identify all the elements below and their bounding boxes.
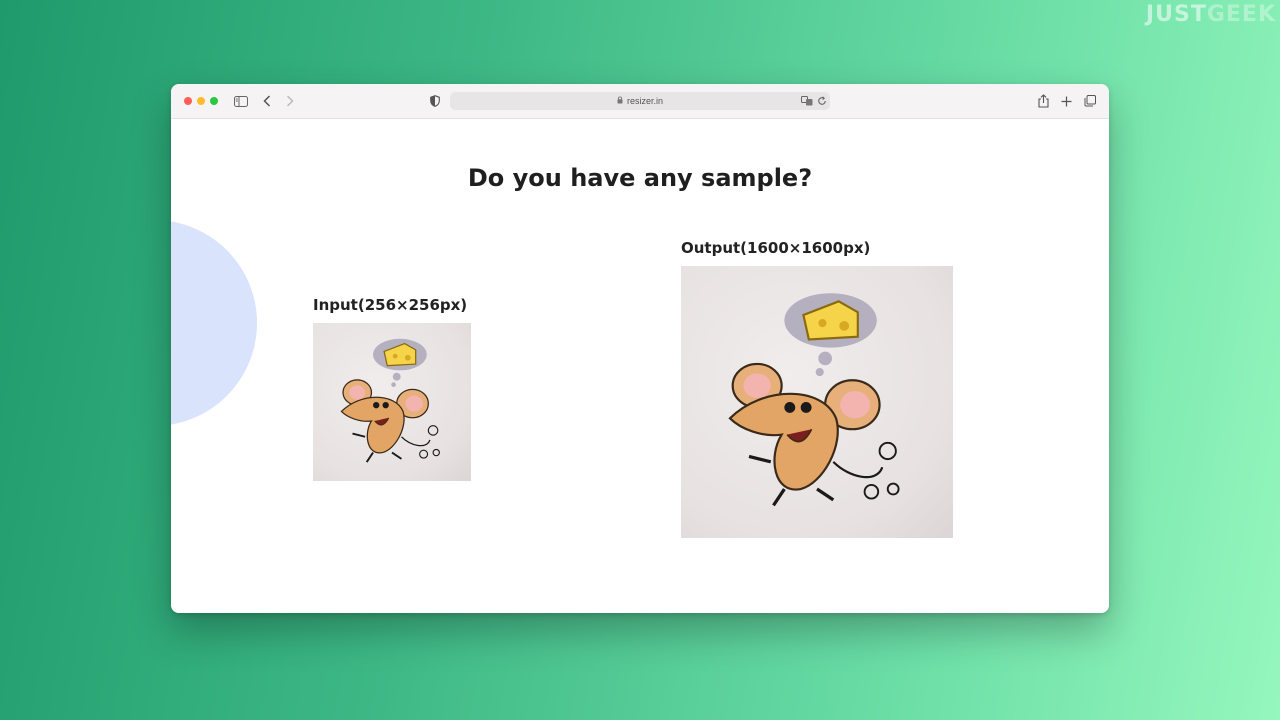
address-text: resizer.in bbox=[626, 96, 663, 106]
share-icon[interactable] bbox=[1036, 93, 1050, 109]
forward-icon[interactable] bbox=[283, 93, 297, 109]
zoom-window-button[interactable] bbox=[210, 97, 218, 105]
page-content: Do you have any sample? Input(256×256px) bbox=[171, 119, 1109, 613]
input-label: Input(256×256px) bbox=[313, 296, 468, 314]
mouse-cheese-illustration-small bbox=[340, 338, 440, 463]
watermark-part2: GEEK bbox=[1206, 2, 1276, 27]
minimize-window-button[interactable] bbox=[197, 97, 205, 105]
address-bar[interactable]: resizer.in bbox=[450, 92, 830, 110]
tab-overview-icon[interactable] bbox=[1083, 93, 1097, 109]
reload-icon[interactable] bbox=[816, 93, 828, 109]
translate-icon[interactable] bbox=[800, 93, 814, 109]
lock-icon bbox=[617, 96, 623, 106]
browser-window: resizer.in Do you have any sample? Input… bbox=[171, 84, 1109, 613]
close-window-button[interactable] bbox=[184, 97, 192, 105]
decorative-blob bbox=[171, 220, 257, 426]
output-label: Output(1600×1600px) bbox=[681, 239, 871, 257]
sidebar-toggle-icon[interactable] bbox=[233, 93, 249, 109]
output-sample-image bbox=[681, 266, 953, 538]
privacy-shield-icon[interactable] bbox=[428, 93, 442, 109]
watermark-part1: JUST bbox=[1145, 2, 1207, 27]
back-icon[interactable] bbox=[260, 93, 274, 109]
page-title: Do you have any sample? bbox=[467, 164, 813, 192]
mouse-cheese-illustration-large bbox=[728, 293, 900, 507]
browser-toolbar: resizer.in bbox=[171, 84, 1109, 119]
watermark-logo: JUSTGEEK bbox=[1146, 2, 1276, 27]
new-tab-icon[interactable] bbox=[1059, 93, 1073, 109]
input-sample-image bbox=[313, 323, 471, 481]
